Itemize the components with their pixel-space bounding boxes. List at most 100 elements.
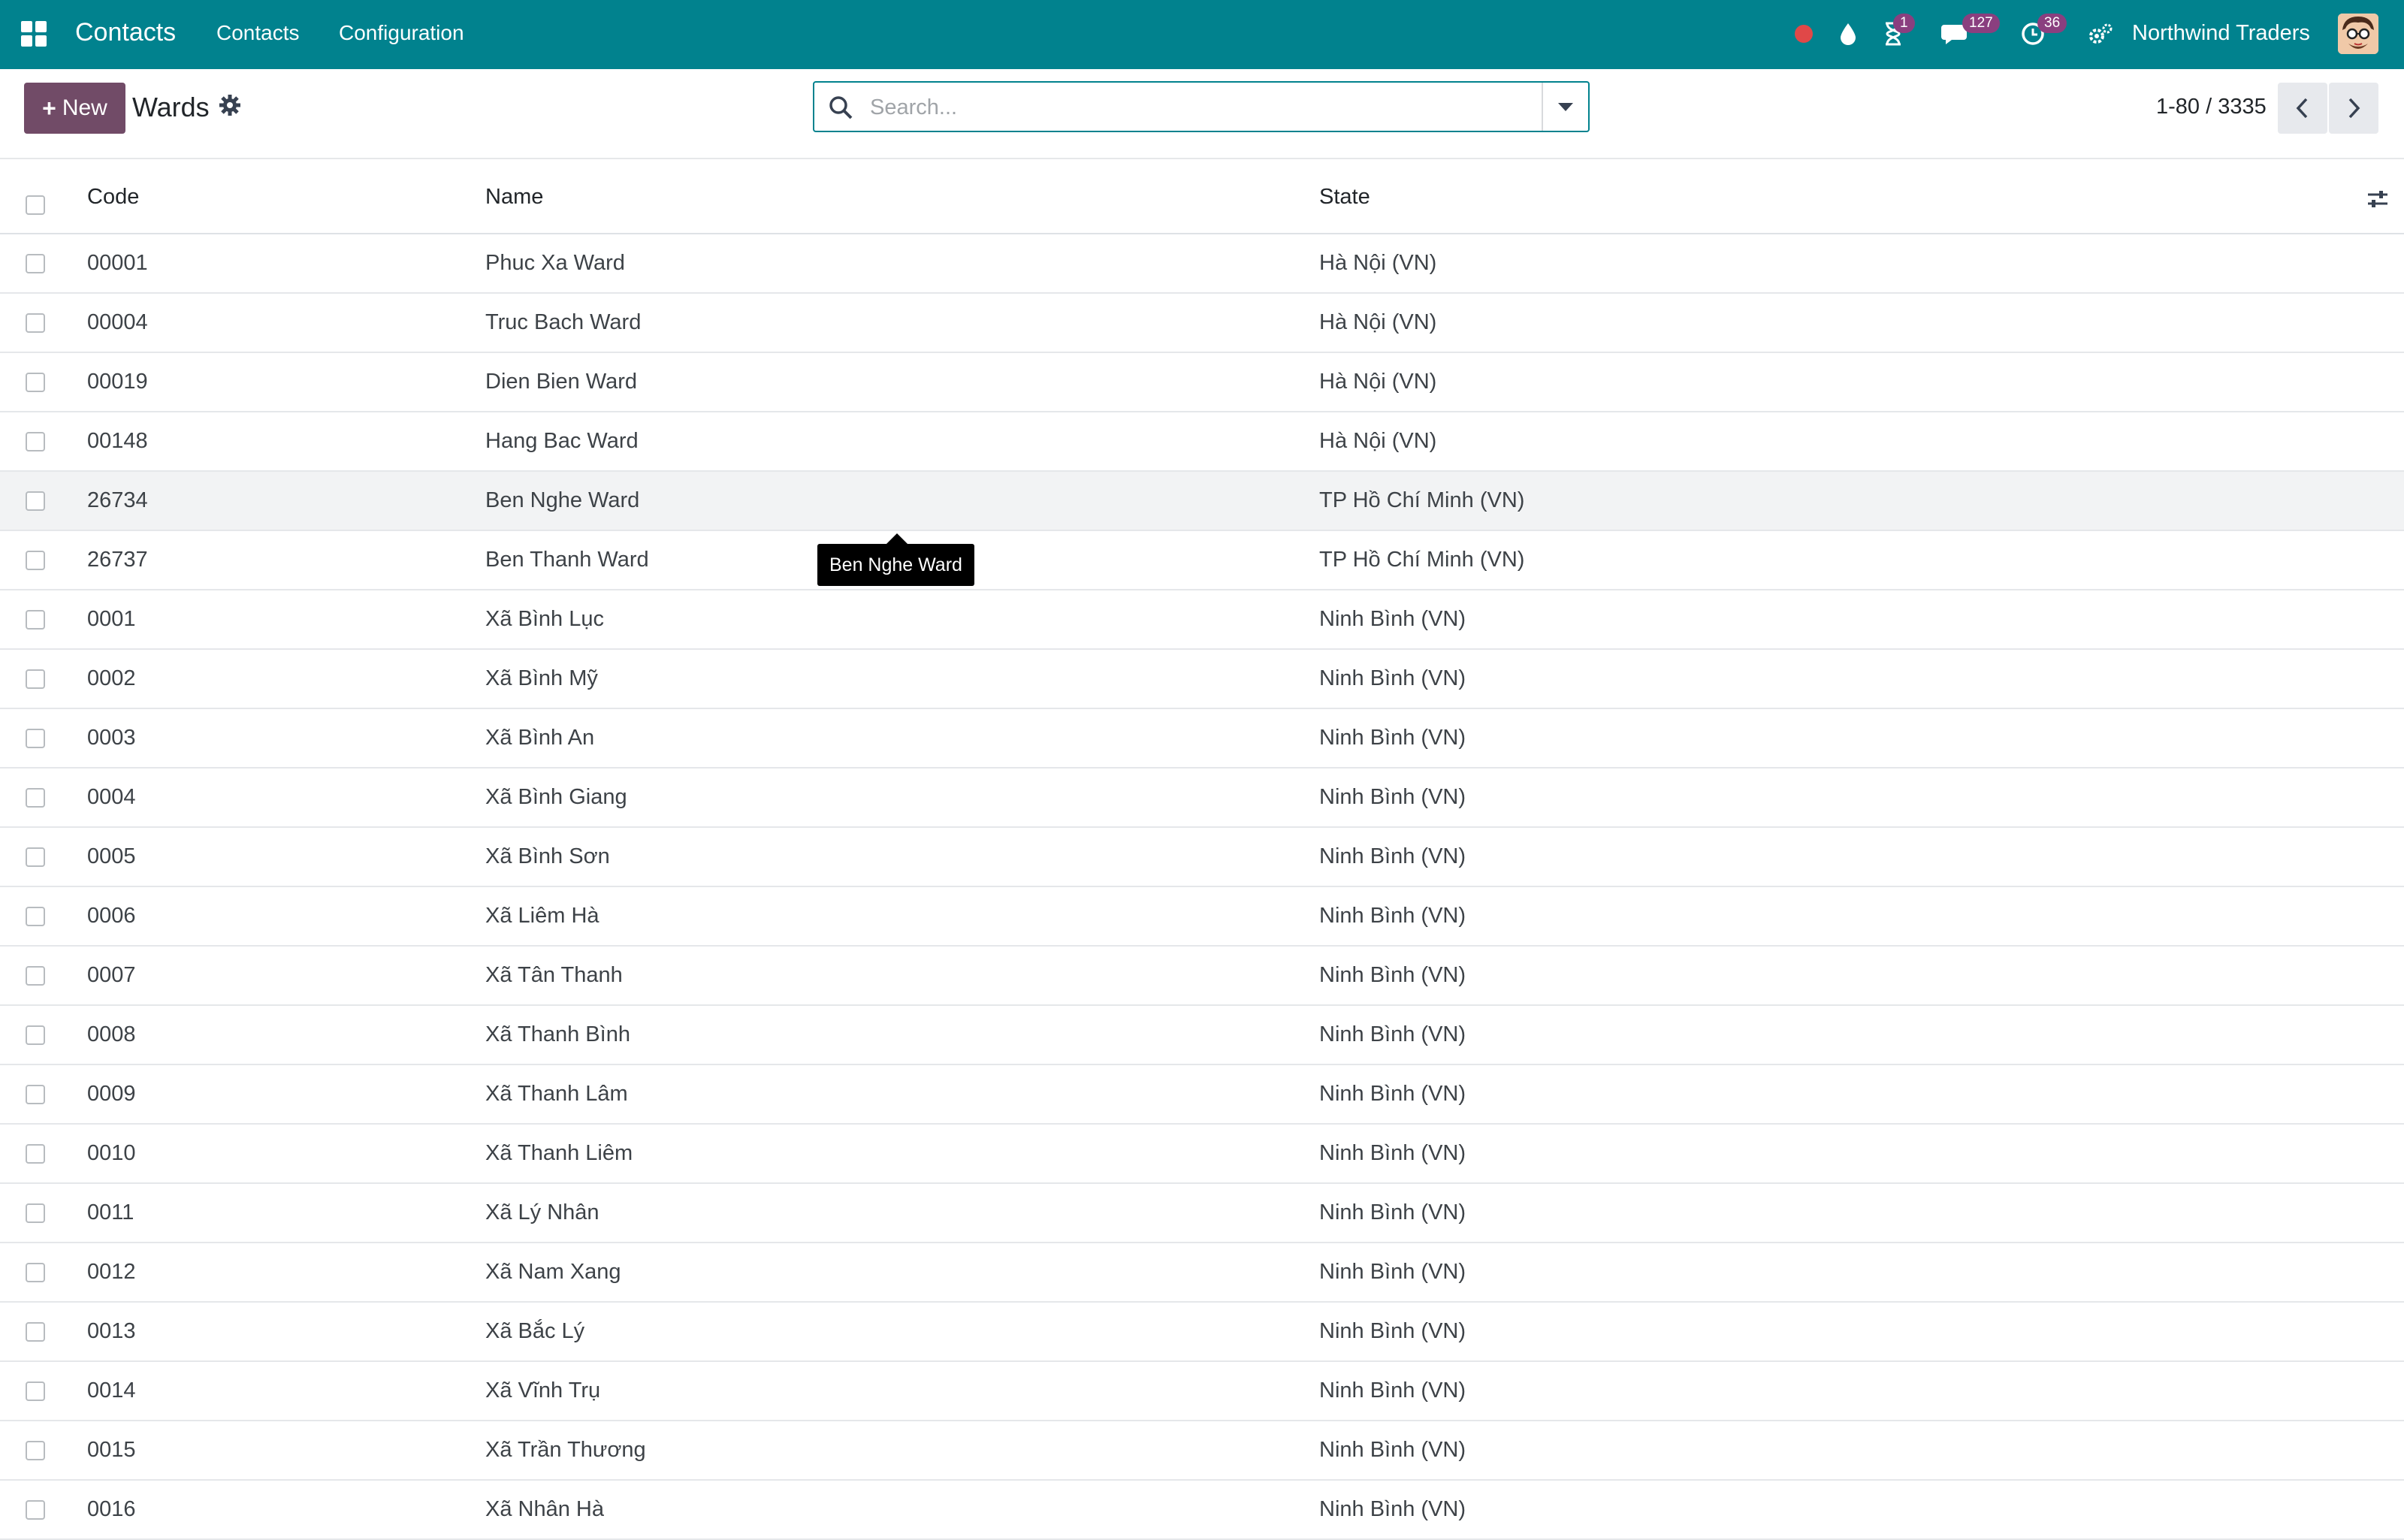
clock-icon[interactable]: 36	[2018, 14, 2067, 51]
table-row[interactable]: 0005 Xã Bình Sơn Ninh Bình (VN)	[0, 828, 2404, 887]
row-checkbox[interactable]	[26, 1500, 45, 1520]
pager-value[interactable]: 1-80 / 3335	[2156, 95, 2267, 119]
search-options-toggle[interactable]	[1542, 83, 1588, 131]
row-checkbox[interactable]	[26, 254, 45, 273]
menu-contacts[interactable]: Contacts	[216, 21, 300, 45]
table-row[interactable]: 0011 Xã Lý Nhân Ninh Bình (VN)	[0, 1184, 2404, 1243]
new-button-label: New	[62, 95, 107, 120]
pager-previous-button[interactable]	[2278, 83, 2327, 134]
row-checkbox[interactable]	[26, 1085, 45, 1104]
row-checkbox[interactable]	[26, 610, 45, 630]
row-checkbox[interactable]	[26, 669, 45, 689]
row-checkbox[interactable]	[26, 1144, 45, 1164]
cell-state: Ninh Bình (VN)	[1319, 1378, 1466, 1403]
row-checkbox[interactable]	[26, 729, 45, 748]
cell-code: 00019	[87, 370, 148, 394]
table-row[interactable]: 00004 Truc Bach Ward Hà Nội (VN)	[0, 294, 2404, 353]
cell-state: Ninh Bình (VN)	[1319, 904, 1466, 928]
column-header-state[interactable]: State	[1319, 185, 1370, 210]
cell-code: 0009	[87, 1082, 136, 1106]
row-checkbox[interactable]	[26, 847, 45, 867]
table-row[interactable]: 0008 Xã Thanh Bình Ninh Bình (VN)	[0, 1006, 2404, 1065]
row-checkbox[interactable]	[26, 313, 45, 333]
cell-state: Ninh Bình (VN)	[1319, 1082, 1466, 1106]
row-checkbox[interactable]	[26, 551, 45, 570]
table-row[interactable]: 0009 Xã Thanh Lâm Ninh Bình (VN)	[0, 1065, 2404, 1125]
pager-next-button[interactable]	[2329, 83, 2378, 134]
search-input[interactable]	[868, 90, 1502, 125]
table-row[interactable]: 0010 Xã Thanh Liêm Ninh Bình (VN)	[0, 1125, 2404, 1184]
app-title[interactable]: Contacts	[75, 18, 176, 47]
record-indicator-icon[interactable]	[1791, 17, 1817, 51]
table-row[interactable]: 00148 Hang Bac Ward Hà Nội (VN)	[0, 412, 2404, 472]
column-header-code[interactable]: Code	[87, 185, 139, 210]
row-checkbox[interactable]	[26, 1322, 45, 1342]
table-row[interactable]: 0014 Xã Vĩnh Trụ Ninh Bình (VN)	[0, 1362, 2404, 1421]
cell-state: Ninh Bình (VN)	[1319, 1438, 1466, 1462]
row-checkbox[interactable]	[26, 491, 45, 511]
cell-name: Hang Bac Ward	[485, 429, 639, 453]
cell-code: 0012	[87, 1260, 136, 1284]
table-row[interactable]: 26737 Ben Thanh Ward TP Hồ Chí Minh (VN)	[0, 531, 2404, 590]
row-checkbox[interactable]	[26, 1381, 45, 1401]
cell-code: 0004	[87, 785, 136, 809]
cell-code: 0016	[87, 1497, 136, 1521]
company-switcher[interactable]: Northwind Traders	[2132, 21, 2310, 46]
table-row[interactable]: 0012 Xã Nam Xang Ninh Bình (VN)	[0, 1243, 2404, 1303]
cell-name: Xã Bình Lục	[485, 607, 604, 631]
cell-name: Xã Bình Sơn	[485, 844, 610, 868]
cell-name: Xã Thanh Lâm	[485, 1082, 628, 1106]
optional-columns-toggle-icon[interactable]	[2366, 188, 2389, 210]
cell-name: Truc Bach Ward	[485, 310, 642, 334]
row-checkbox[interactable]	[26, 907, 45, 926]
cell-name: Ben Thanh Ward	[485, 548, 649, 572]
cell-name: Xã Bình Giang	[485, 785, 627, 809]
table-row[interactable]: 0003 Xã Bình An Ninh Bình (VN)	[0, 709, 2404, 768]
row-checkbox[interactable]	[26, 373, 45, 392]
cell-state: TP Hồ Chí Minh (VN)	[1319, 488, 1525, 512]
table-row[interactable]: 0016 Xã Nhân Hà Ninh Bình (VN)	[0, 1481, 2404, 1540]
table-row[interactable]: 0013 Xã Bắc Lý Ninh Bình (VN)	[0, 1303, 2404, 1362]
table-row[interactable]: 0006 Xã Liêm Hà Ninh Bình (VN)	[0, 887, 2404, 947]
control-panel: + New Wards 1-80 / 3335	[0, 69, 2404, 159]
table-row[interactable]: 00001 Phuc Xa Ward Hà Nội (VN)	[0, 234, 2404, 294]
column-header-name[interactable]: Name	[485, 185, 543, 210]
cell-code: 0002	[87, 666, 136, 690]
table-row[interactable]: 0002 Xã Bình Mỹ Ninh Bình (VN)	[0, 650, 2404, 709]
cell-name: Xã Vĩnh Trụ	[485, 1378, 601, 1403]
top-navbar: Contacts Contacts Configuration 1 127 36…	[0, 0, 2404, 69]
settings-gears-icon[interactable]	[2085, 17, 2116, 51]
table-row[interactable]: 0004 Xã Bình Giang Ninh Bình (VN)	[0, 768, 2404, 828]
cell-name: Ben Nghe Ward	[485, 488, 640, 512]
cell-state: Ninh Bình (VN)	[1319, 1022, 1466, 1046]
menu-configuration[interactable]: Configuration	[339, 21, 464, 45]
table-row[interactable]: 0015 Xã Trần Thương Ninh Bình (VN)	[0, 1421, 2404, 1481]
cell-code: 0011	[87, 1200, 134, 1224]
table-row[interactable]: 0001 Xã Bình Lục Ninh Bình (VN)	[0, 590, 2404, 650]
cell-state: Ninh Bình (VN)	[1319, 1200, 1466, 1224]
row-checkbox[interactable]	[26, 1263, 45, 1282]
row-checkbox[interactable]	[26, 1025, 45, 1045]
select-all-checkbox[interactable]	[26, 195, 45, 215]
messages-icon[interactable]: 127	[1938, 14, 2000, 51]
cell-name: Xã Nam Xang	[485, 1260, 621, 1284]
table-row[interactable]: 00019 Dien Bien Ward Hà Nội (VN)	[0, 353, 2404, 412]
table-row[interactable]: 26734 Ben Nghe Ward TP Hồ Chí Minh (VN)	[0, 472, 2404, 531]
row-checkbox[interactable]	[26, 1203, 45, 1223]
row-checkbox[interactable]	[26, 966, 45, 986]
row-checkbox[interactable]	[26, 1441, 45, 1460]
gear-icon[interactable]	[218, 93, 242, 117]
cell-name: Xã Tân Thanh	[485, 963, 623, 987]
drop-icon[interactable]	[1833, 17, 1863, 51]
row-checkbox[interactable]	[26, 432, 45, 451]
cell-code: 26737	[87, 548, 148, 572]
list-header: Code Name State	[0, 159, 2404, 234]
activity-hourglass-icon[interactable]: 1	[1878, 14, 1915, 51]
table-row[interactable]: 0007 Xã Tân Thanh Ninh Bình (VN)	[0, 947, 2404, 1006]
new-button[interactable]: + New	[24, 83, 125, 134]
cell-name: Xã Thanh Liêm	[485, 1141, 633, 1165]
app-menu-icon[interactable]	[21, 21, 47, 47]
user-avatar[interactable]	[2338, 14, 2378, 54]
row-checkbox[interactable]	[26, 788, 45, 808]
cell-state: Hà Nội (VN)	[1319, 370, 1437, 394]
